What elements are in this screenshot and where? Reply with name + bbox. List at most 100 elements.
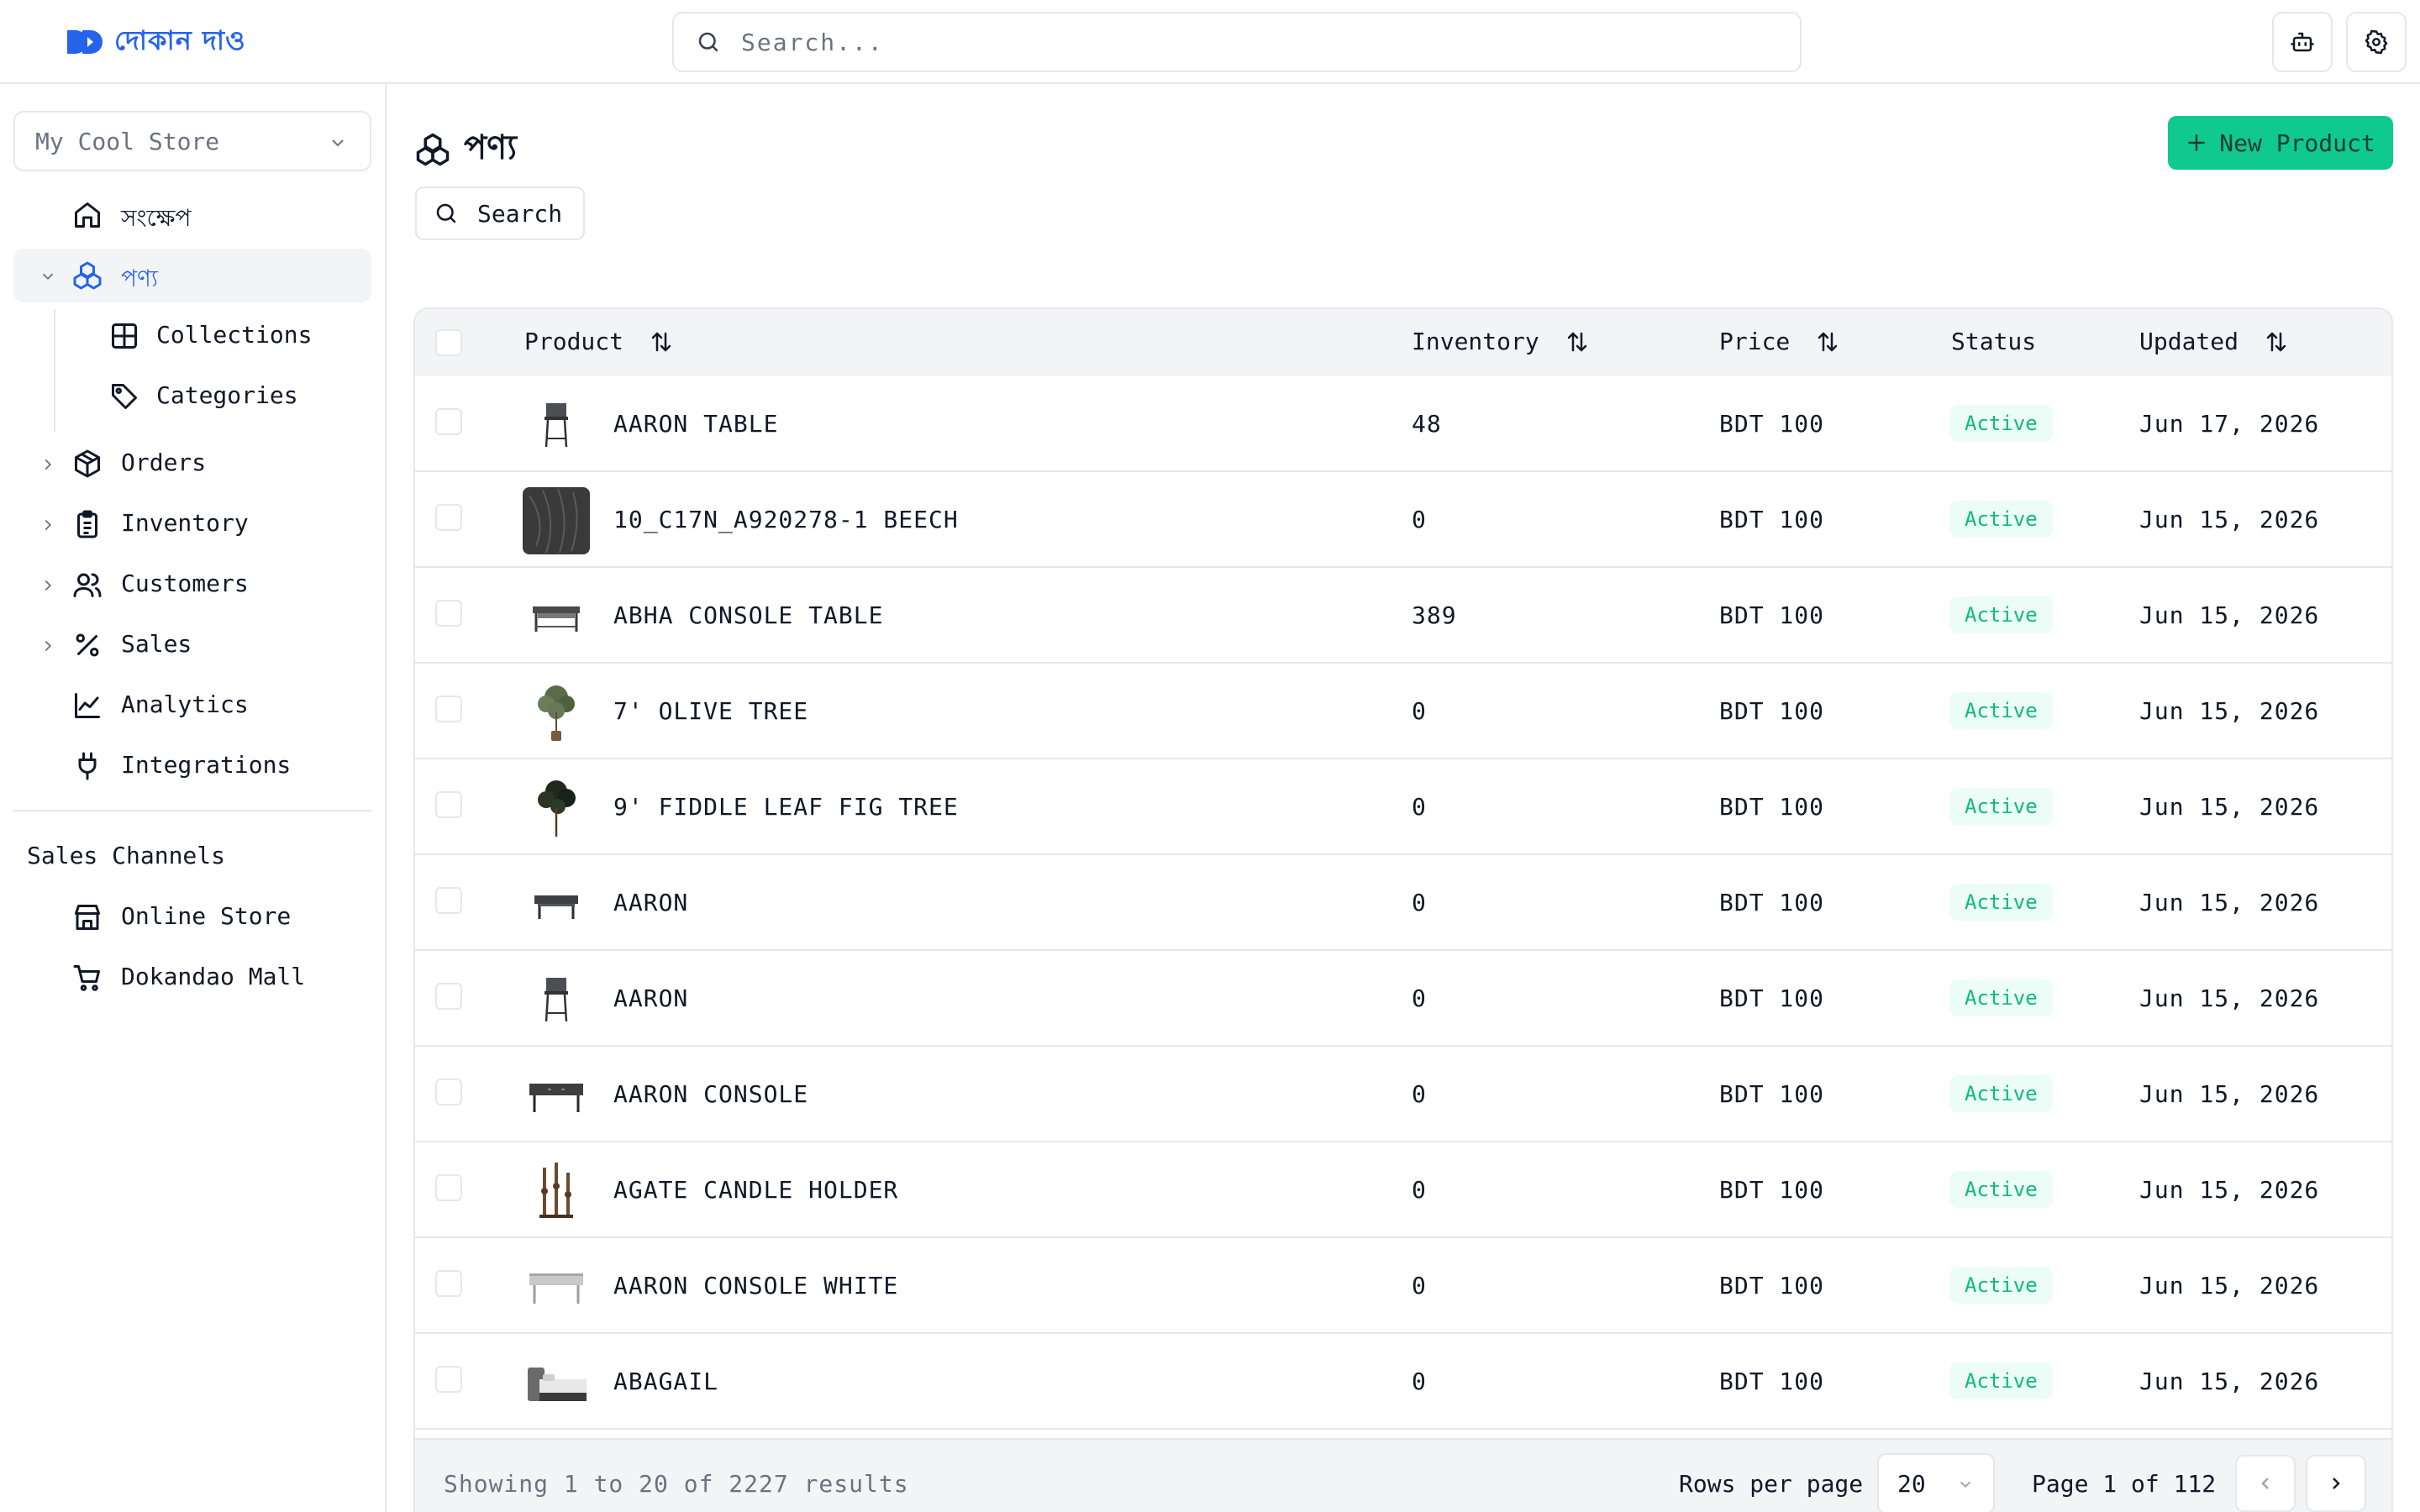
table-row[interactable]: AARON CONSOLE 0 BDT 100 Active Jun 15, 2026: [415, 1047, 2391, 1142]
sidebar-item-categories[interactable]: Categories: [13, 370, 371, 423]
table-header: Product Inventory Price Status Updated: [415, 309, 2391, 376]
table-row[interactable]: AARON 0 BDT 100 Active Jun 15, 2026: [415, 855, 2391, 951]
settings-button[interactable]: [2346, 12, 2407, 72]
sidebar-item-label: Inventory: [121, 509, 249, 537]
product-thumbnail: [523, 966, 590, 1033]
next-page-button[interactable]: [2306, 1455, 2366, 1512]
table-row[interactable]: ABHA CONSOLE TABLE 389 BDT 100 Active Jun 15…: [415, 568, 2391, 664]
column-inventory[interactable]: Inventory: [1412, 328, 1590, 355]
sidebar-item-label: Categories: [156, 381, 298, 409]
brand-logo[interactable]: দোকান দাও: [66, 22, 246, 62]
sidebar-item-integrations[interactable]: Integrations: [13, 739, 371, 793]
global-search-input[interactable]: [741, 28, 1665, 56]
chevron-right-icon[interactable]: [39, 516, 57, 534]
chevron-right-icon[interactable]: [39, 455, 57, 474]
cart-icon: [73, 965, 100, 991]
previous-page-button[interactable]: [2235, 1455, 2296, 1512]
row-checkbox[interactable]: [435, 408, 462, 435]
sidebar-item-analytics[interactable]: Analytics: [13, 679, 371, 732]
home-icon: [75, 202, 100, 228]
chevron-down-icon: [1960, 1481, 1971, 1488]
product-updated: Jun 17, 2026: [2139, 410, 2320, 438]
row-checkbox[interactable]: [435, 504, 462, 531]
row-checkbox[interactable]: [435, 1366, 462, 1393]
table-row[interactable]: AGATE CANDLE HOLDER 0 BDT 100 Active Jun 15,…: [415, 1142, 2391, 1238]
rows-per-page-value: 20: [1897, 1469, 1926, 1498]
row-checkbox[interactable]: [435, 983, 462, 1010]
product-name[interactable]: AARON CONSOLE: [613, 1080, 808, 1108]
sidebar-item-overview[interactable]: সংক্ষেপ: [13, 188, 371, 242]
product-thumbnail: [523, 870, 590, 937]
rows-per-page-select[interactable]: 20: [1877, 1453, 1995, 1512]
column-product[interactable]: Product: [524, 328, 674, 355]
product-name[interactable]: 10_C17N_A920278-1 BEECH: [613, 506, 959, 533]
status-badge: Active: [1949, 1075, 2053, 1112]
sidebar-item-online-store[interactable]: Online Store: [13, 890, 371, 944]
sidebar-item-dokandao-mall[interactable]: Dokandao Mall: [13, 951, 371, 1005]
product-inventory: 0: [1412, 1080, 1427, 1108]
status-badge: Active: [1949, 692, 2053, 729]
table-row[interactable]: ABAGAIL 0 BDT 100 Active Jun 15, 2026: [415, 1334, 2391, 1430]
brand-name: দোকান দাও: [114, 24, 246, 56]
new-product-label: New Product: [2219, 129, 2375, 157]
table-search-button[interactable]: Search: [415, 186, 585, 240]
product-updated: Jun 15, 2026: [2139, 984, 2320, 1012]
product-price: BDT 100: [1719, 984, 1825, 1012]
product-name[interactable]: AARON CONSOLE WHITE: [613, 1272, 898, 1299]
product-name[interactable]: AARON: [613, 984, 688, 1012]
table-row[interactable]: AARON TABLE 48 BDT 100 Active Jun 17, 2026: [415, 376, 2391, 472]
table-row[interactable]: 9' FIDDLE LEAF FIG TREE 0 BDT 100 Active Jun…: [415, 759, 2391, 855]
row-checkbox[interactable]: [435, 600, 462, 627]
search-icon: [436, 203, 456, 223]
store-selector[interactable]: My Cool Store: [13, 111, 371, 171]
product-name[interactable]: AARON: [613, 889, 688, 916]
row-checkbox[interactable]: [435, 696, 462, 722]
status-badge: Active: [1949, 405, 2053, 442]
product-thumbnail: [523, 774, 590, 842]
sidebar-item-products[interactable]: পণ্য: [13, 249, 371, 302]
select-all-checkbox[interactable]: [435, 329, 462, 356]
status-badge: Active: [1949, 979, 2053, 1016]
product-thumbnail: [523, 679, 590, 746]
row-checkbox[interactable]: [435, 1174, 462, 1201]
column-updated[interactable]: Updated: [2139, 328, 2289, 355]
status-badge: Active: [1949, 788, 2053, 825]
page-indicator: Page 1 of 112: [2032, 1470, 2217, 1498]
product-price: BDT 100: [1719, 889, 1825, 916]
sidebar-item-orders[interactable]: Orders: [13, 437, 371, 491]
sidebar-item-customers[interactable]: Customers: [13, 558, 371, 612]
row-checkbox[interactable]: [435, 1079, 462, 1105]
chevron-right-icon[interactable]: [39, 637, 57, 655]
product-thumbnail: [523, 391, 590, 459]
product-inventory: 0: [1412, 984, 1427, 1012]
sidebar-item-collections[interactable]: Collections: [13, 309, 371, 363]
sidebar-item-inventory[interactable]: Inventory: [13, 497, 371, 551]
product-name[interactable]: ABHA CONSOLE TABLE: [613, 601, 883, 629]
product-name[interactable]: AARON TABLE: [613, 410, 778, 438]
product-name[interactable]: 7' OLIVE TREE: [613, 697, 808, 725]
row-checkbox[interactable]: [435, 791, 462, 818]
store-selector-value: My Cool Store: [35, 127, 220, 155]
chevron-down-icon[interactable]: [39, 267, 57, 286]
sidebar-item-sales[interactable]: Sales: [13, 618, 371, 672]
chevron-right-icon: [2333, 1478, 2340, 1489]
plug-icon: [78, 752, 97, 780]
product-updated: Jun 15, 2026: [2139, 889, 2320, 916]
product-name[interactable]: AGATE CANDLE HOLDER: [613, 1176, 898, 1204]
table-row[interactable]: 7' OLIVE TREE 0 BDT 100 Active Jun 15, 2026: [415, 664, 2391, 759]
column-price[interactable]: Price: [1719, 328, 1840, 355]
table-row[interactable]: AARON 0 BDT 100 Active Jun 15, 2026: [415, 951, 2391, 1047]
table-row[interactable]: AARON CONSOLE WHITE 0 BDT 100 Active Jun 15,…: [415, 1238, 2391, 1334]
sidebar-item-label: Sales: [121, 630, 192, 658]
product-name[interactable]: 9' FIDDLE LEAF FIG TREE: [613, 793, 959, 821]
global-search[interactable]: [672, 12, 1802, 72]
ai-assistant-button[interactable]: [2272, 12, 2333, 72]
chevron-right-icon[interactable]: [39, 576, 57, 595]
table-row[interactable]: 10_C17N_A920278-1 BEECH 0 BDT 100 Active Jun…: [415, 472, 2391, 568]
status-badge: Active: [1949, 501, 2053, 538]
product-name[interactable]: ABAGAIL: [613, 1368, 718, 1395]
row-checkbox[interactable]: [435, 1270, 462, 1297]
new-product-button[interactable]: New Product: [2168, 116, 2393, 170]
row-checkbox[interactable]: [435, 887, 462, 914]
sales-channels-heading: Sales Channels: [27, 842, 226, 869]
